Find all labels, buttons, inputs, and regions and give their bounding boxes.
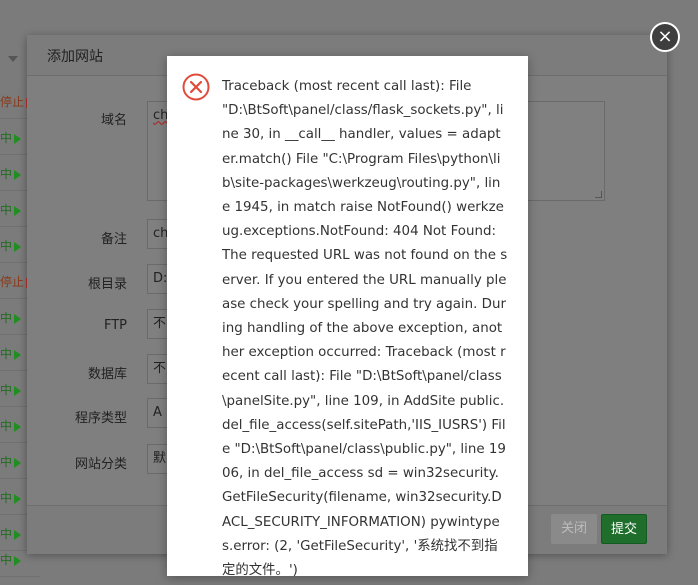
status-text: 停止	[0, 275, 25, 289]
error-message-text: Traceback (most recent call last): File …	[222, 79, 508, 579]
status-text: 中	[0, 527, 13, 541]
status-text: 中	[0, 347, 13, 361]
status-text: 中	[0, 203, 13, 217]
status-text: 中	[0, 167, 13, 181]
category-label: 网站分类	[74, 457, 127, 472]
status-text: 中	[0, 455, 13, 469]
status-text: 中	[0, 311, 13, 325]
status-text: 中	[0, 383, 13, 397]
error-x-icon	[182, 73, 210, 101]
status-text: 中	[0, 131, 13, 145]
domain-label: 域名	[100, 113, 127, 128]
play-icon	[14, 169, 22, 180]
remark-label: 备注	[100, 232, 127, 247]
play-icon	[14, 133, 22, 144]
status-text: 中	[0, 491, 13, 505]
status-text: 中	[0, 239, 13, 253]
close-button[interactable]: 关闭	[551, 514, 597, 544]
play-icon	[14, 493, 22, 504]
resize-handle-icon[interactable]	[595, 191, 602, 198]
play-icon	[14, 313, 22, 324]
play-icon	[14, 205, 22, 216]
program-type-label: 程序类型	[74, 411, 127, 426]
submit-button[interactable]: 提交	[601, 514, 647, 544]
play-icon	[14, 457, 22, 468]
status-text: 中	[0, 553, 13, 567]
dialog-title: 添加网站	[47, 49, 103, 65]
close-dialog-icon[interactable]: ×	[650, 22, 680, 52]
ftp-label: FTP	[103, 318, 127, 333]
row-divider	[0, 576, 40, 577]
play-icon	[14, 529, 22, 540]
error-message-popup: Traceback (most recent call last): File …	[167, 56, 528, 578]
sort-arrow-icon	[8, 56, 18, 62]
play-icon	[14, 385, 22, 396]
root-dir-label: 根目录	[87, 277, 127, 292]
play-icon	[14, 241, 22, 252]
play-icon	[14, 555, 22, 566]
status-text: 中	[0, 419, 13, 433]
database-label: 数据库	[87, 367, 127, 382]
play-icon	[14, 421, 22, 432]
play-icon	[14, 349, 22, 360]
status-text: 停止	[0, 95, 25, 109]
